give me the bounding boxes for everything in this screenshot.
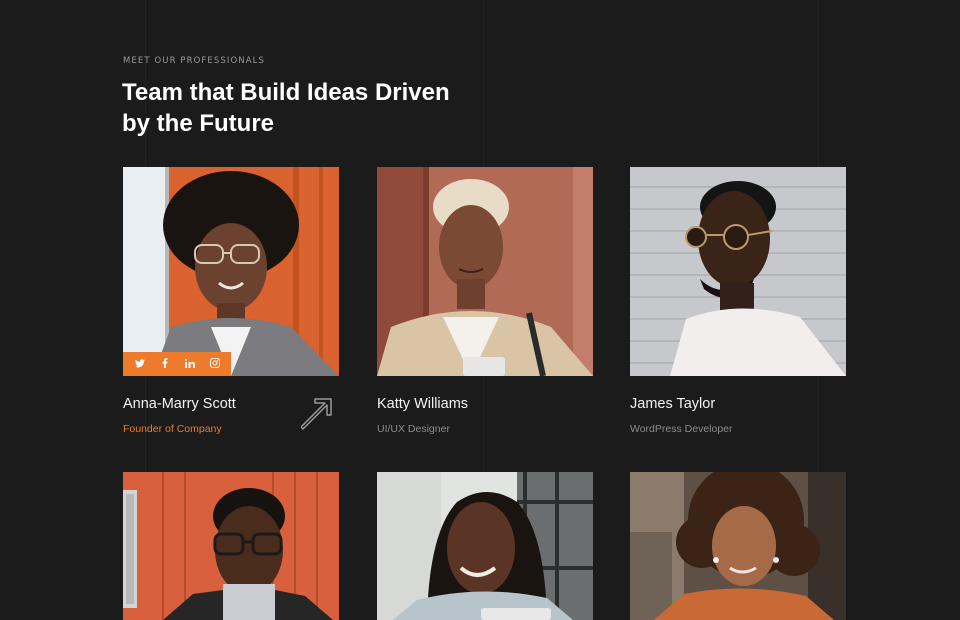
arrow-up-right-icon[interactable]	[300, 393, 341, 433]
portrait-image	[630, 167, 846, 376]
team-member-photo[interactable]	[630, 167, 846, 376]
linkedin-icon[interactable]	[182, 358, 198, 370]
team-member-photo[interactable]	[123, 472, 339, 620]
team-member-photo[interactable]	[377, 472, 593, 620]
team-member-photo[interactable]	[123, 167, 339, 376]
team-member-name[interactable]: James Taylor	[630, 396, 715, 412]
team-card[interactable]	[123, 472, 339, 620]
portrait-image	[377, 167, 593, 376]
team-member-role: UI/UX Designer	[377, 423, 450, 435]
team-member-role: Founder of Company	[123, 423, 222, 435]
portrait-image	[377, 472, 593, 620]
portrait-image	[123, 472, 339, 620]
team-member-role: WordPress Developer	[630, 423, 733, 435]
portrait-image	[630, 472, 846, 620]
twitter-icon[interactable]	[132, 358, 148, 370]
instagram-icon[interactable]	[207, 358, 223, 370]
section-title: Team that Build Ideas Driven by the Futu…	[122, 79, 450, 137]
section-eyebrow: MEET OUR PROFESSIONALS	[123, 56, 265, 66]
team-member-photo[interactable]	[630, 472, 846, 620]
team-card[interactable]: Anna-Marry Scott Founder of Company	[123, 167, 339, 435]
team-card[interactable]	[377, 472, 593, 620]
portrait-image	[123, 167, 339, 376]
team-card[interactable]: Katty Williams UI/UX Designer	[377, 167, 593, 435]
team-card[interactable]: James Taylor WordPress Developer	[630, 167, 846, 435]
team-member-name[interactable]: Katty Williams	[377, 396, 468, 412]
team-member-photo[interactable]	[377, 167, 593, 376]
team-card[interactable]	[630, 472, 846, 620]
team-member-name[interactable]: Anna-Marry Scott	[123, 396, 236, 412]
facebook-icon[interactable]	[157, 358, 173, 370]
social-links-bar	[123, 352, 231, 376]
